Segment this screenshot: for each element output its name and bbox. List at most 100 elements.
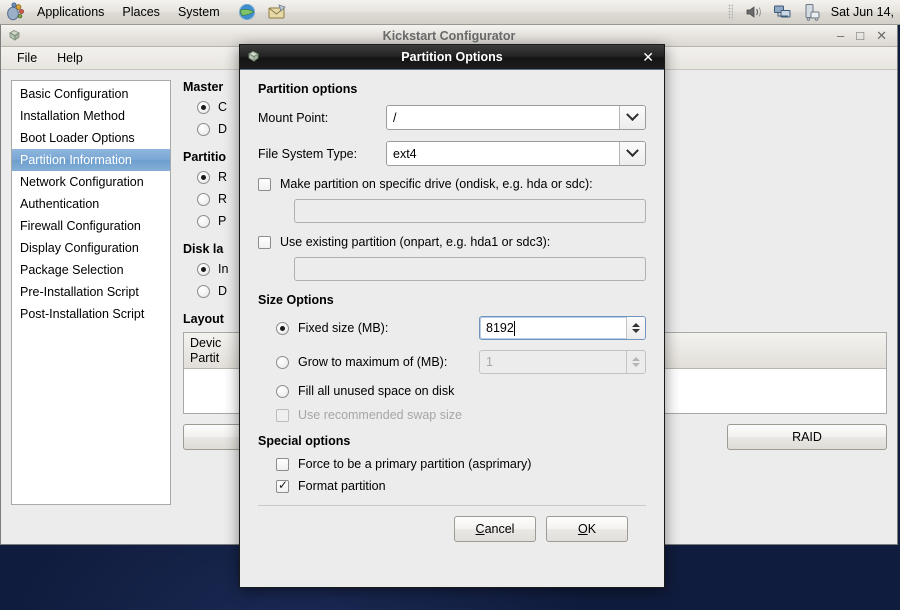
fixed-size-radio[interactable] <box>276 322 289 335</box>
sidebar-item-post-installation-script[interactable]: Post-Installation Script <box>12 303 170 325</box>
spinner-up-icon <box>632 357 640 361</box>
file-system-type-value[interactable]: ext4 <box>387 142 619 165</box>
spinner-arrows[interactable] <box>626 317 645 339</box>
panel-menu-places[interactable]: Places <box>113 2 169 23</box>
printer-icon[interactable] <box>802 2 822 22</box>
cancel-button[interactable]: Cancel <box>454 516 536 542</box>
ondisk-input[interactable] <box>294 199 646 223</box>
recommended-swap-checkbox <box>276 409 289 422</box>
printer-glyph <box>802 2 822 22</box>
onpart-checkbox[interactable] <box>258 236 271 249</box>
asprimary-label: Force to be a primary partition (asprima… <box>298 457 531 471</box>
partition-option-3-label: P <box>218 214 226 228</box>
onpart-checkbox-row[interactable]: Use existing partition (onpart, e.g. hda… <box>258 235 646 249</box>
sidebar-item-network-configuration[interactable]: Network Configuration <box>12 171 170 193</box>
panel-tray: Sat Jun 14, <box>728 2 900 22</box>
file-system-type-label: File System Type: <box>258 147 386 161</box>
format-partition-row[interactable]: Format partition <box>276 479 646 493</box>
mount-point-combobox[interactable]: / <box>386 105 646 130</box>
sidebar-item-display-configuration[interactable]: Display Configuration <box>12 237 170 259</box>
close-icon[interactable]: ✕ <box>642 50 664 64</box>
sidebar-item-boot-loader-options[interactable]: Boot Loader Options <box>12 127 170 149</box>
volume-glyph <box>744 2 764 22</box>
sidebar-item-package-selection[interactable]: Package Selection <box>12 259 170 281</box>
ok-mnemonic: O <box>578 522 588 536</box>
network-icon[interactable] <box>773 2 793 22</box>
radio-indicator[interactable] <box>197 215 210 228</box>
chevron-down-icon[interactable] <box>619 106 645 129</box>
gnome-top-panel: Applications Places System <box>0 0 900 25</box>
minimize-button[interactable]: – <box>837 30 844 42</box>
kickstart-glyph <box>7 28 23 44</box>
partition-options-dialog: Partition Options ✕ Partition options Mo… <box>239 44 665 588</box>
cancel-label-rest: ancel <box>485 522 515 536</box>
recommended-swap-row: Use recommended swap size <box>276 408 646 422</box>
ok-button[interactable]: OK <box>546 516 628 542</box>
spinner-up-icon[interactable] <box>632 323 640 327</box>
mount-point-value[interactable]: / <box>387 106 619 129</box>
panel-menu-system[interactable]: System <box>169 2 229 23</box>
fixed-size-value[interactable]: 8192 <box>480 317 626 339</box>
file-system-type-combobox[interactable]: ext4 <box>386 141 646 166</box>
format-partition-checkbox[interactable] <box>276 480 289 493</box>
window-controls: – □ ✕ <box>837 30 897 42</box>
asprimary-row[interactable]: Force to be a primary partition (asprima… <box>276 457 646 471</box>
grow-to-maximum-radio[interactable] <box>276 356 289 369</box>
special-options-section-title: Special options <box>258 434 646 448</box>
mount-point-row: Mount Point: / <box>258 105 646 130</box>
fixed-size-label: Fixed size (MB): <box>298 321 470 335</box>
spinner-down-icon <box>632 363 640 367</box>
partition-option-1-label: R <box>218 170 227 184</box>
sidebar-item-installation-method[interactable]: Installation Method <box>12 105 170 127</box>
configuration-sidebar[interactable]: Basic Configuration Installation Method … <box>11 80 171 505</box>
fill-all-unused-row[interactable]: Fill all unused space on disk <box>276 384 646 398</box>
panel-drag-handle[interactable] <box>728 4 733 20</box>
close-button[interactable]: ✕ <box>876 30 887 42</box>
kickstart-glyph <box>246 49 262 65</box>
ondisk-checkbox-row[interactable]: Make partition on specific drive (ondisk… <box>258 177 646 191</box>
cancel-mnemonic: C <box>476 522 485 536</box>
dialog-titlebar[interactable]: Partition Options ✕ <box>240 45 664 70</box>
fill-all-unused-radio[interactable] <box>276 385 289 398</box>
partition-options-section-title: Partition options <box>258 82 646 96</box>
raid-button[interactable]: RAID <box>727 424 887 450</box>
sidebar-item-firewall-configuration[interactable]: Firewall Configuration <box>12 215 170 237</box>
sidebar-item-pre-installation-script[interactable]: Pre-Installation Script <box>12 281 170 303</box>
gnome-foot-icon[interactable] <box>4 1 26 23</box>
radio-indicator[interactable] <box>197 101 210 114</box>
radio-indicator[interactable] <box>197 123 210 136</box>
radio-indicator[interactable] <box>197 285 210 298</box>
sidebar-item-partition-information[interactable]: Partition Information <box>12 149 170 171</box>
master-option-2-label: D <box>218 122 227 136</box>
volume-icon[interactable] <box>744 2 764 22</box>
panel-clock[interactable]: Sat Jun 14, <box>831 5 896 19</box>
maximize-button[interactable]: □ <box>856 30 864 42</box>
menu-file[interactable]: File <box>7 48 47 68</box>
web-browser-icon[interactable] <box>237 2 257 22</box>
ondisk-label: Make partition on specific drive (ondisk… <box>280 177 593 191</box>
email-client-icon[interactable] <box>267 2 287 22</box>
asprimary-checkbox[interactable] <box>276 458 289 471</box>
sidebar-item-authentication[interactable]: Authentication <box>12 193 170 215</box>
grow-to-maximum-row[interactable]: Grow to maximum of (MB): 1 <box>276 350 646 374</box>
sidebar-item-basic-configuration[interactable]: Basic Configuration <box>12 83 170 105</box>
ondisk-checkbox[interactable] <box>258 178 271 191</box>
master-option-1-label: C <box>218 100 227 114</box>
menu-help[interactable]: Help <box>47 48 93 68</box>
radio-indicator[interactable] <box>197 263 210 276</box>
radio-indicator[interactable] <box>197 171 210 184</box>
spinner-arrows <box>626 351 645 373</box>
mount-point-label: Mount Point: <box>258 111 386 125</box>
recommended-swap-label: Use recommended swap size <box>298 408 462 422</box>
fill-all-unused-label: Fill all unused space on disk <box>298 384 454 398</box>
chevron-down-icon[interactable] <box>619 142 645 165</box>
web-browser-glyph <box>237 2 257 22</box>
fixed-size-spinner[interactable]: 8192 <box>479 316 646 340</box>
fixed-size-row[interactable]: Fixed size (MB): 8192 <box>276 316 646 340</box>
panel-menu-applications[interactable]: Applications <box>28 2 113 23</box>
panel-menu-group: Applications Places System <box>28 0 229 25</box>
spinner-down-icon[interactable] <box>632 329 640 333</box>
onpart-input[interactable] <box>294 257 646 281</box>
onpart-label: Use existing partition (onpart, e.g. hda… <box>280 235 550 249</box>
radio-indicator[interactable] <box>197 193 210 206</box>
